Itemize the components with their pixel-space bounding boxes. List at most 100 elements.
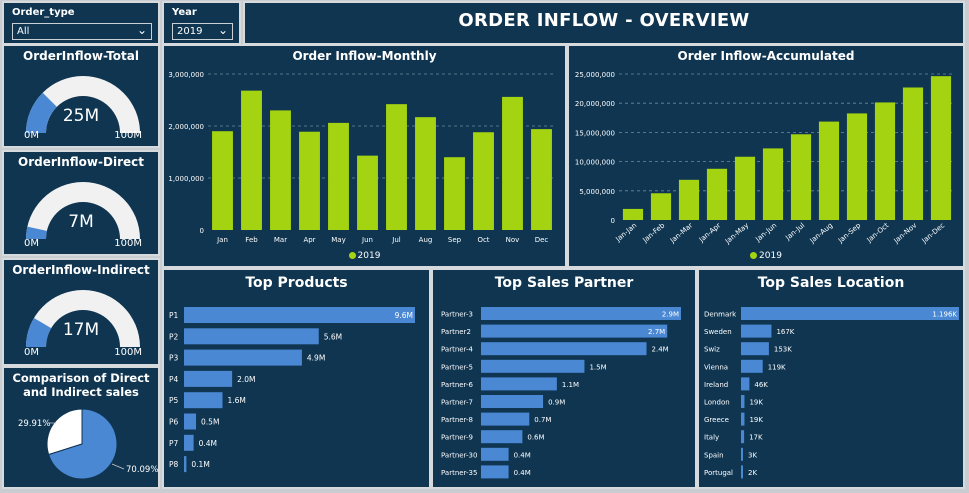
category-label: Partner2 bbox=[441, 328, 471, 336]
top-products-card: Top Products P1 9.6M P2 5.6M P3 4.9M P4 2.0M P5 1… bbox=[162, 268, 431, 489]
top-products-chart: P1 9.6M P2 5.6M P3 4.9M P4 2.0M P5 1.6M P6 0.5M P7 0.… bbox=[169, 307, 415, 473]
accumulated-bar-chart: 0 5,000,000 10,000,000 15,000,000 20,000,000… bbox=[575, 71, 955, 246]
bar bbox=[481, 395, 544, 408]
bar bbox=[481, 447, 509, 461]
x-tick-label: Dec bbox=[535, 236, 549, 244]
category-label: Denmark bbox=[704, 311, 737, 319]
x-tick-label: Jan-May bbox=[723, 221, 750, 246]
data-label: 2.0M bbox=[237, 375, 255, 384]
top-location-chart: Denmark 1.196K Sweden 167K Swiz 153K Vienna 119… bbox=[704, 307, 959, 479]
gauge-value: 25M bbox=[62, 106, 100, 126]
bar bbox=[241, 90, 262, 230]
category-label: P2 bbox=[169, 332, 179, 341]
bar bbox=[650, 193, 672, 220]
data-label: 0.4M bbox=[514, 451, 531, 459]
gauge-min-label: 0M bbox=[24, 130, 39, 141]
category-label: Partner-7 bbox=[441, 399, 473, 407]
data-label: 0.6M bbox=[527, 434, 544, 442]
category-label: Partner-9 bbox=[441, 434, 473, 442]
top-partner-card: Top Sales Partner Partner-3 2.9M Partner2 2… bbox=[431, 268, 697, 489]
bar bbox=[762, 148, 784, 220]
x-tick-label: Nov bbox=[506, 236, 520, 244]
bar bbox=[473, 132, 494, 230]
bar bbox=[357, 155, 378, 230]
x-tick-label: May bbox=[331, 236, 345, 244]
y-tick-label: 1,000,000 bbox=[168, 175, 204, 183]
category-label: Portugal bbox=[704, 469, 733, 477]
category-label: Italy bbox=[704, 434, 719, 442]
bar bbox=[874, 102, 896, 220]
bar bbox=[184, 307, 415, 323]
pie-leader-line bbox=[111, 463, 125, 470]
pie-card: Comparison of Direct and Indirect sales … bbox=[2, 366, 160, 489]
bar bbox=[678, 179, 700, 220]
bar bbox=[481, 324, 668, 338]
x-tick-label: Jan-Sep bbox=[836, 221, 863, 245]
bar bbox=[481, 377, 557, 391]
order-type-slicer: Order_type All ⌄ bbox=[2, 1, 160, 45]
gauge-max-label: 100M bbox=[114, 130, 142, 141]
pie-label: 70.09% bbox=[126, 465, 158, 475]
bar bbox=[386, 104, 407, 230]
bar bbox=[741, 447, 743, 461]
bar bbox=[741, 430, 745, 444]
pie-label: 29.91% bbox=[18, 419, 50, 429]
chevron-down-icon: ⌄ bbox=[217, 23, 228, 37]
page-title: ORDER INFLOW - OVERVIEW bbox=[458, 10, 750, 31]
gauge-title: OrderInflow-Indirect bbox=[12, 263, 150, 277]
bar bbox=[502, 96, 523, 230]
x-tick-label: Sep bbox=[448, 236, 462, 244]
bar bbox=[790, 134, 812, 220]
x-tick-label: Jan-Feb bbox=[641, 221, 667, 245]
monthly-chart-card: Order Inflow-Monthly 0 1,000,000 2,000,000… bbox=[162, 44, 567, 268]
category-label: Vienna bbox=[704, 363, 728, 371]
chart-title: Order Inflow-Accumulated bbox=[677, 49, 855, 63]
gauge-max-label: 100M bbox=[114, 238, 142, 249]
category-label: Greece bbox=[704, 416, 729, 424]
data-label: 2K bbox=[748, 469, 757, 477]
category-label: Partner-5 bbox=[441, 363, 473, 371]
order-type-dropdown[interactable]: All ⌄ bbox=[12, 23, 152, 40]
bar bbox=[741, 377, 750, 391]
y-tick-label: 20,000,000 bbox=[575, 100, 615, 108]
data-label: 119K bbox=[768, 363, 786, 371]
x-tick-label: Jan-Mar bbox=[668, 221, 694, 245]
x-tick-label: Jan-Dec bbox=[920, 221, 947, 245]
chart-title: Order Inflow-Monthly bbox=[292, 49, 437, 63]
bar bbox=[184, 370, 233, 387]
bar bbox=[741, 342, 769, 356]
category-label: Swiz bbox=[704, 346, 720, 354]
bar bbox=[818, 121, 840, 220]
bar bbox=[734, 156, 756, 220]
bar bbox=[299, 131, 320, 230]
bar bbox=[741, 412, 745, 426]
gauge-card-total: OrderInflow-Total 25M 0M 100M bbox=[2, 44, 160, 148]
legend-label: 2019 bbox=[357, 251, 381, 261]
x-tick-label: Jan-Oct bbox=[865, 221, 891, 244]
chart-legend: 2019 bbox=[569, 251, 963, 261]
category-label: Partner-35 bbox=[441, 469, 477, 477]
year-dropdown[interactable]: 2019 ⌄ bbox=[172, 23, 233, 40]
bar bbox=[270, 110, 291, 230]
pie-title: Comparison of Direct and Indirect sales bbox=[12, 371, 150, 399]
data-label: 0.5M bbox=[201, 418, 219, 427]
bar bbox=[184, 456, 187, 473]
legend-dot-icon bbox=[750, 252, 758, 259]
y-tick-label: 10,000,000 bbox=[575, 159, 615, 167]
y-tick-label: 25,000,000 bbox=[575, 71, 615, 79]
category-label: Spain bbox=[704, 451, 724, 459]
y-tick-label: 15,000,000 bbox=[575, 129, 615, 137]
monthly-bar-chart: 0 1,000,000 2,000,000 3,000,000 Jan Feb Mar Apr… bbox=[168, 71, 556, 244]
x-tick-label: Mar bbox=[274, 236, 287, 244]
bar bbox=[481, 342, 647, 356]
x-tick-label: Jan-Jan bbox=[614, 221, 639, 244]
order-type-label: Order_type bbox=[12, 7, 75, 18]
x-tick-label: Jan-Jun bbox=[753, 221, 778, 244]
chart-title: Top Sales Location bbox=[757, 275, 905, 291]
legend-dot-icon bbox=[348, 252, 356, 259]
data-label: 19K bbox=[749, 416, 763, 424]
y-tick-label: 0 bbox=[611, 217, 615, 225]
data-label: 46K bbox=[754, 381, 768, 389]
year-label: Year bbox=[172, 7, 197, 18]
category-label: Sweden bbox=[704, 328, 732, 336]
